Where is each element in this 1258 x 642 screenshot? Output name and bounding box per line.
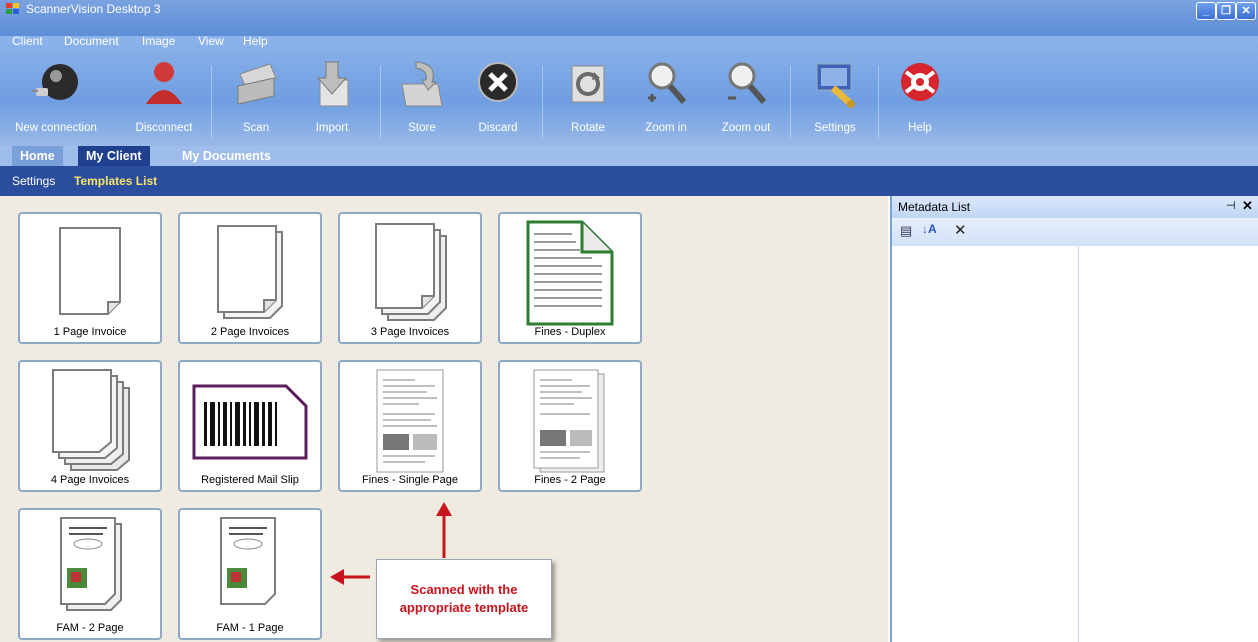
menu-document[interactable]: Document <box>64 34 119 48</box>
folder-store-icon <box>401 61 443 107</box>
menu-help[interactable]: Help <box>243 34 268 48</box>
callout-line-2: appropriate template <box>399 600 529 615</box>
minimize-button[interactable]: _ <box>1196 2 1216 20</box>
fine-form-two-page-icon <box>533 369 605 473</box>
template-tile[interactable]: 1 Page Invoice <box>18 212 162 344</box>
globe-plug-icon <box>32 64 78 100</box>
user-icon <box>146 62 182 104</box>
new-connection-label: New connection <box>15 122 97 134</box>
subnav-settings[interactable]: Settings <box>12 174 55 188</box>
zoom-out-label: Zoom out <box>721 122 771 134</box>
tab-my-client[interactable]: My Client <box>78 146 150 166</box>
template-tile[interactable]: 3 Page Invoices <box>338 212 482 344</box>
title-bar: ScannerVision Desktop 3 _ ❐ ✕ <box>0 0 1258 36</box>
tab-bar: Home My Client My Documents <box>0 146 1258 166</box>
two-pages-icon <box>217 225 283 319</box>
zoom-in-label: Zoom in <box>645 122 687 134</box>
template-tile[interactable]: 4 Page Invoices <box>18 360 162 492</box>
template-tile[interactable]: Registered Mail Slip <box>178 360 322 492</box>
template-label: FAM - 1 Page <box>216 622 284 634</box>
menu-image[interactable]: Image <box>142 34 175 48</box>
three-pages-icon <box>375 223 447 321</box>
tab-home[interactable]: Home <box>12 146 63 166</box>
zoom-in-icon <box>648 62 687 104</box>
toolbar-separator <box>878 66 879 138</box>
duplex-document-icon <box>526 220 614 326</box>
help-lifebuoy-icon <box>901 63 939 101</box>
toolbar-separator <box>380 66 381 138</box>
template-label: FAM - 2 Page <box>56 622 124 634</box>
restore-button[interactable]: ❐ <box>1216 2 1236 20</box>
tab-my-documents[interactable]: My Documents <box>174 146 279 166</box>
disconnect-label: Disconnect <box>135 122 193 134</box>
toolbar-separator <box>790 66 791 138</box>
help-label: Help <box>908 122 932 134</box>
fine-form-icon <box>376 369 444 473</box>
template-label: 2 Page Invoices <box>210 326 290 338</box>
template-tile[interactable]: Fines - 2 Page <box>498 360 642 492</box>
scan-label: Scan <box>242 122 270 134</box>
template-label: 4 Page Invoices <box>50 474 130 486</box>
callout-line-1: Scanned with the <box>410 582 518 597</box>
template-label: 1 Page Invoice <box>53 326 127 338</box>
window-title: ScannerVision Desktop 3 <box>26 2 161 16</box>
scanner-icon <box>237 63 277 105</box>
categorize-icon[interactable]: ▤ <box>900 223 912 239</box>
settings-label: Settings <box>814 122 856 134</box>
four-pages-icon <box>52 369 130 471</box>
delete-icon[interactable]: ✕ <box>954 221 967 239</box>
template-label: 3 Page Invoices <box>370 326 450 338</box>
rotate-icon <box>571 65 605 103</box>
metadata-column-divider <box>1078 246 1079 642</box>
fam-document-icon <box>220 517 276 605</box>
panel-close-icon[interactable]: ✕ <box>1242 198 1253 214</box>
metadata-toolbar: ▤ ↓A ✕ <box>892 218 1258 246</box>
settings-icon <box>816 63 855 108</box>
template-label: Fines - Single Page <box>362 474 458 486</box>
single-page-icon <box>59 227 121 315</box>
annotation-callout: Scanned with the appropriate template <box>376 559 552 639</box>
toolbar-separator <box>542 66 543 138</box>
template-tile[interactable]: Fines - Single Page <box>338 360 482 492</box>
menu-client[interactable]: Client <box>12 34 43 48</box>
subnav-templates-list[interactable]: Templates List <box>74 174 157 188</box>
template-tile[interactable]: Fines - Duplex <box>498 212 642 344</box>
template-tile[interactable]: FAM - 2 Page <box>18 508 162 640</box>
toolbar-separator <box>211 66 212 138</box>
import-arrow-icon <box>316 61 349 107</box>
sub-navigation: Settings Templates List <box>0 166 1258 196</box>
barcode-slip-icon <box>192 384 308 460</box>
close-button[interactable]: ✕ <box>1236 2 1256 20</box>
zoom-out-icon <box>728 62 767 104</box>
sort-alpha-icon[interactable]: ↓A <box>922 222 937 236</box>
discard-x-icon <box>478 62 518 102</box>
template-label: Fines - Duplex <box>534 326 606 338</box>
metadata-title: Metadata List <box>898 200 971 214</box>
metadata-panel: Metadata List ⊣ ✕ ▤ ↓A ✕ <box>890 196 1258 642</box>
pin-icon[interactable]: ⊣ <box>1226 199 1236 212</box>
fam-document-icon <box>60 517 122 611</box>
discard-label: Discard <box>478 122 518 134</box>
template-label: Registered Mail Slip <box>201 474 299 486</box>
import-label: Import <box>315 122 349 134</box>
template-tile[interactable]: FAM - 1 Page <box>178 508 322 640</box>
app-logo-icon <box>6 3 19 14</box>
metadata-title-bar: Metadata List ⊣ ✕ <box>892 196 1258 218</box>
template-tile[interactable]: 2 Page Invoices <box>178 212 322 344</box>
rotate-label: Rotate <box>571 122 605 134</box>
store-label: Store <box>408 122 436 134</box>
menu-view[interactable]: View <box>198 34 224 48</box>
template-label: Fines - 2 Page <box>534 474 606 486</box>
